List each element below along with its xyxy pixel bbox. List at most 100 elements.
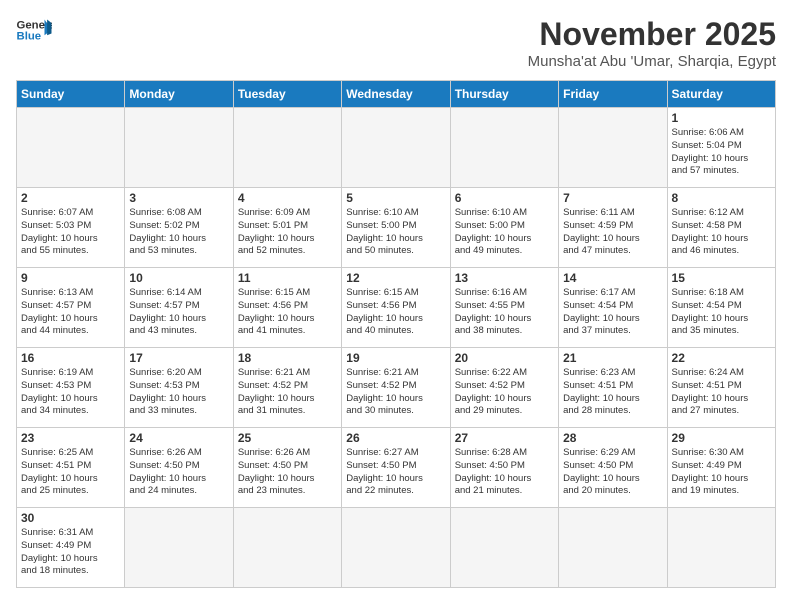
calendar-cell: 6 Sunrise: 6:10 AM Sunset: 5:00 PM Daylig… bbox=[450, 188, 558, 268]
header: General Blue November 2025 Munsha'at Abu… bbox=[16, 16, 776, 70]
calendar-cell: 19Sunrise: 6:21 AM Sunset: 4:52 PM Dayli… bbox=[342, 348, 450, 428]
calendar-cell bbox=[450, 508, 558, 588]
calendar-cell: 24Sunrise: 6:26 AM Sunset: 4:50 PM Dayli… bbox=[125, 428, 233, 508]
calendar-cell bbox=[559, 108, 667, 188]
day-number: 11 bbox=[238, 271, 337, 285]
day-info: Sunrise: 6:18 AM Sunset: 4:54 PM Dayligh… bbox=[672, 287, 771, 338]
calendar-week-row: 2Sunrise: 6:07 AM Sunset: 5:03 PM Daylig… bbox=[17, 188, 776, 268]
day-number: 23 bbox=[21, 431, 120, 445]
day-number: 17 bbox=[129, 351, 228, 365]
day-number: 28 bbox=[563, 431, 662, 445]
logo-icon: General Blue bbox=[16, 16, 52, 44]
calendar-cell: 25 Sunrise: 6:26 AM Sunset: 4:50 PM Dayli… bbox=[233, 428, 341, 508]
calendar-cell: 21 Sunrise: 6:23 AM Sunset: 4:51 PM Dayli… bbox=[559, 348, 667, 428]
calendar-cell: 14Sunrise: 6:17 AM Sunset: 4:54 PM Dayli… bbox=[559, 268, 667, 348]
day-number: 12 bbox=[346, 271, 445, 285]
day-info: Sunrise: 6:20 AM Sunset: 4:53 PM Dayligh… bbox=[129, 367, 228, 418]
day-info: Sunrise: 6:15 AM Sunset: 4:56 PM Dayligh… bbox=[346, 287, 445, 338]
day-info: Sunrise: 6:15 AM Sunset: 4:56 PM Dayligh… bbox=[238, 287, 337, 338]
calendar-cell: 16 Sunrise: 6:19 AM Sunset: 4:53 PM Dayli… bbox=[17, 348, 125, 428]
day-number: 6 bbox=[455, 191, 554, 205]
calendar-week-row: 30 Sunrise: 6:31 AM Sunset: 4:49 PM Dayli… bbox=[17, 508, 776, 588]
day-info: Sunrise: 6:25 AM Sunset: 4:51 PM Dayligh… bbox=[21, 447, 120, 498]
calendar-cell: 11 Sunrise: 6:15 AM Sunset: 4:56 PM Dayli… bbox=[233, 268, 341, 348]
calendar-cell: 28 Sunrise: 6:29 AM Sunset: 4:50 PM Dayli… bbox=[559, 428, 667, 508]
calendar-cell bbox=[559, 508, 667, 588]
calendar-cell bbox=[342, 508, 450, 588]
day-info: Sunrise: 6:21 AM Sunset: 4:52 PM Dayligh… bbox=[346, 367, 445, 418]
day-info: Sunrise: 6:30 AM Sunset: 4:49 PM Dayligh… bbox=[672, 447, 771, 498]
calendar-cell: 8Sunrise: 6:12 AM Sunset: 4:58 PM Daylig… bbox=[667, 188, 775, 268]
day-info: Sunrise: 6:19 AM Sunset: 4:53 PM Dayligh… bbox=[21, 367, 120, 418]
day-number: 7 bbox=[563, 191, 662, 205]
day-info: Sunrise: 6:10 AM Sunset: 5:00 PM Dayligh… bbox=[346, 207, 445, 258]
calendar-cell: 23 Sunrise: 6:25 AM Sunset: 4:51 PM Dayli… bbox=[17, 428, 125, 508]
column-header-thursday: Thursday bbox=[450, 81, 558, 108]
column-header-monday: Monday bbox=[125, 81, 233, 108]
day-number: 2 bbox=[21, 191, 120, 205]
calendar-cell bbox=[667, 508, 775, 588]
day-number: 25 bbox=[238, 431, 337, 445]
calendar-cell: 15Sunrise: 6:18 AM Sunset: 4:54 PM Dayli… bbox=[667, 268, 775, 348]
day-info: Sunrise: 6:14 AM Sunset: 4:57 PM Dayligh… bbox=[129, 287, 228, 338]
calendar-cell: 18Sunrise: 6:21 AM Sunset: 4:52 PM Dayli… bbox=[233, 348, 341, 428]
day-number: 1 bbox=[672, 111, 771, 125]
day-number: 10 bbox=[129, 271, 228, 285]
day-info: Sunrise: 6:29 AM Sunset: 4:50 PM Dayligh… bbox=[563, 447, 662, 498]
calendar-cell: 7 Sunrise: 6:11 AM Sunset: 4:59 PM Daylig… bbox=[559, 188, 667, 268]
day-info: Sunrise: 6:09 AM Sunset: 5:01 PM Dayligh… bbox=[238, 207, 337, 258]
day-info: Sunrise: 6:11 AM Sunset: 4:59 PM Dayligh… bbox=[563, 207, 662, 258]
column-header-friday: Friday bbox=[559, 81, 667, 108]
calendar-cell: 22Sunrise: 6:24 AM Sunset: 4:51 PM Dayli… bbox=[667, 348, 775, 428]
calendar-cell: 2Sunrise: 6:07 AM Sunset: 5:03 PM Daylig… bbox=[17, 188, 125, 268]
day-info: Sunrise: 6:10 AM Sunset: 5:00 PM Dayligh… bbox=[455, 207, 554, 258]
day-info: Sunrise: 6:16 AM Sunset: 4:55 PM Dayligh… bbox=[455, 287, 554, 338]
day-info: Sunrise: 6:17 AM Sunset: 4:54 PM Dayligh… bbox=[563, 287, 662, 338]
calendar-cell: 10 Sunrise: 6:14 AM Sunset: 4:57 PM Dayli… bbox=[125, 268, 233, 348]
calendar-header-row: SundayMondayTuesdayWednesdayThursdayFrid… bbox=[17, 81, 776, 108]
location-subtitle: Munsha'at Abu 'Umar, Sharqia, Egypt bbox=[528, 53, 776, 70]
calendar-cell: 5Sunrise: 6:10 AM Sunset: 5:00 PM Daylig… bbox=[342, 188, 450, 268]
calendar-cell bbox=[450, 108, 558, 188]
calendar-cell bbox=[233, 108, 341, 188]
svg-text:Blue: Blue bbox=[17, 31, 42, 43]
calendar-cell: 12 Sunrise: 6:15 AM Sunset: 4:56 PM Dayli… bbox=[342, 268, 450, 348]
day-number: 4 bbox=[238, 191, 337, 205]
calendar-cell bbox=[125, 108, 233, 188]
calendar-week-row: 23 Sunrise: 6:25 AM Sunset: 4:51 PM Dayli… bbox=[17, 428, 776, 508]
day-info: Sunrise: 6:31 AM Sunset: 4:49 PM Dayligh… bbox=[21, 527, 120, 578]
calendar-cell: 13 Sunrise: 6:16 AM Sunset: 4:55 PM Dayli… bbox=[450, 268, 558, 348]
calendar-cell: 20 Sunrise: 6:22 AM Sunset: 4:52 PM Dayli… bbox=[450, 348, 558, 428]
day-info: Sunrise: 6:28 AM Sunset: 4:50 PM Dayligh… bbox=[455, 447, 554, 498]
calendar-week-row: 1 Sunrise: 6:06 AM Sunset: 5:04 PM Daylig… bbox=[17, 108, 776, 188]
day-info: Sunrise: 6:12 AM Sunset: 4:58 PM Dayligh… bbox=[672, 207, 771, 258]
calendar-cell bbox=[17, 108, 125, 188]
calendar-table: SundayMondayTuesdayWednesdayThursdayFrid… bbox=[16, 80, 776, 588]
calendar-cell bbox=[125, 508, 233, 588]
day-info: Sunrise: 6:27 AM Sunset: 4:50 PM Dayligh… bbox=[346, 447, 445, 498]
column-header-tuesday: Tuesday bbox=[233, 81, 341, 108]
title-block: November 2025 Munsha'at Abu 'Umar, Sharq… bbox=[528, 16, 776, 70]
day-number: 3 bbox=[129, 191, 228, 205]
day-info: Sunrise: 6:22 AM Sunset: 4:52 PM Dayligh… bbox=[455, 367, 554, 418]
calendar-cell: 30 Sunrise: 6:31 AM Sunset: 4:49 PM Dayli… bbox=[17, 508, 125, 588]
day-number: 21 bbox=[563, 351, 662, 365]
column-header-sunday: Sunday bbox=[17, 81, 125, 108]
day-number: 24 bbox=[129, 431, 228, 445]
logo: General Blue bbox=[16, 16, 52, 44]
day-number: 22 bbox=[672, 351, 771, 365]
day-number: 20 bbox=[455, 351, 554, 365]
column-header-saturday: Saturday bbox=[667, 81, 775, 108]
day-info: Sunrise: 6:08 AM Sunset: 5:02 PM Dayligh… bbox=[129, 207, 228, 258]
day-info: Sunrise: 6:13 AM Sunset: 4:57 PM Dayligh… bbox=[21, 287, 120, 338]
day-info: Sunrise: 6:21 AM Sunset: 4:52 PM Dayligh… bbox=[238, 367, 337, 418]
day-number: 27 bbox=[455, 431, 554, 445]
calendar-week-row: 9Sunrise: 6:13 AM Sunset: 4:57 PM Daylig… bbox=[17, 268, 776, 348]
day-info: Sunrise: 6:26 AM Sunset: 4:50 PM Dayligh… bbox=[238, 447, 337, 498]
day-number: 13 bbox=[455, 271, 554, 285]
day-info: Sunrise: 6:23 AM Sunset: 4:51 PM Dayligh… bbox=[563, 367, 662, 418]
day-info: Sunrise: 6:06 AM Sunset: 5:04 PM Dayligh… bbox=[672, 127, 771, 178]
day-number: 30 bbox=[21, 511, 120, 525]
calendar-cell: 3 Sunrise: 6:08 AM Sunset: 5:02 PM Daylig… bbox=[125, 188, 233, 268]
day-number: 16 bbox=[21, 351, 120, 365]
